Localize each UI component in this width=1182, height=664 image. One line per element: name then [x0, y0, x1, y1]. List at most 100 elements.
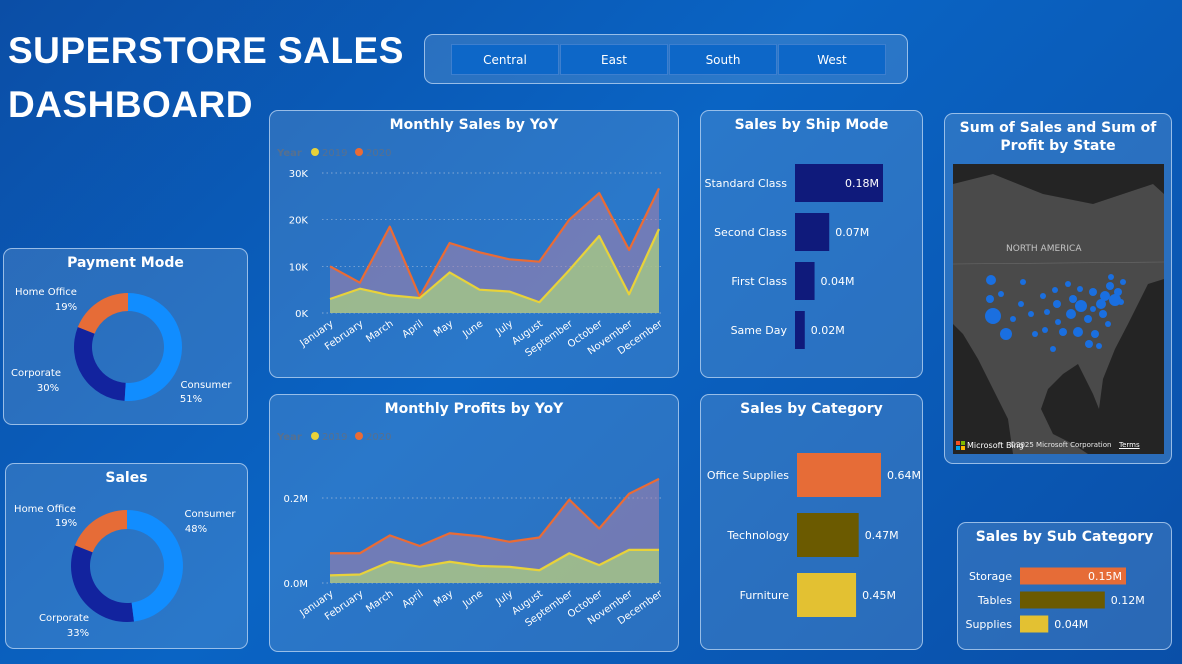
sub-category-category-label: Tables [977, 594, 1012, 607]
map-state-bubble [1114, 288, 1122, 296]
map-state-bubble [1020, 279, 1026, 285]
region-button-south[interactable]: South [669, 44, 777, 75]
map-terms-link[interactable]: Terms [1119, 441, 1140, 449]
monthly-profits-chart-panel[interactable]: Monthly Profits by YoY Year 2019 2020 0.… [269, 394, 679, 652]
payment-home-office-label: Home Office [15, 287, 77, 298]
map-state-bubble [1106, 282, 1114, 290]
monthly-sales-area-chart: Year 2019 2020 0K10K20K30KJanuaryFebruar… [276, 148, 665, 359]
map-state-bubble [1032, 331, 1038, 337]
msales-legend-2020-marker [355, 148, 363, 156]
mprofit-legend-2019-marker [311, 432, 319, 440]
region-button-east[interactable]: East [560, 44, 668, 75]
category-value-label: 0.45M [862, 589, 896, 602]
sales-home-office-label: Home Office [14, 504, 76, 515]
ship-mode-bar-chart: Standard Class 0.18M Second Class 0.07M Firs… [705, 164, 883, 349]
map-state-bubble [986, 295, 994, 303]
msales-ytick-label: 0K [295, 309, 308, 320]
payment-mode-donut: Home Office 19% Corporate 30% Consumer 5… [11, 287, 233, 405]
sales-corporate-pct: 33% [67, 628, 89, 639]
sales-segment-slice-home-office [74, 510, 127, 553]
sales-home-office-pct: 19% [55, 518, 77, 529]
payment-home-office-pct: 19% [55, 302, 77, 313]
sales-corporate-label: Corporate [39, 613, 89, 624]
region-slicer: Central East South West [424, 34, 908, 84]
msales-ytick-label: 20K [289, 216, 309, 227]
map-state-bubble [1118, 299, 1124, 305]
sales-segment-slice-corporate [70, 545, 135, 622]
map-state-bubble [1077, 286, 1083, 292]
sub-category-category-label: Supplies [965, 618, 1012, 631]
map-state-bubble [1069, 295, 1077, 303]
map-state-bubble [1055, 319, 1061, 325]
sub-category-panel[interactable]: Sales by Sub Category Storage 0.15M Tables… [957, 522, 1172, 650]
state-map[interactable]: NORTH AMERICA Microsoft Bing ©2025 Micro… [953, 164, 1164, 454]
category-bar-technology [797, 513, 859, 557]
payment-mode-slice-home-office [77, 293, 128, 334]
map-state-bubble [1059, 328, 1067, 336]
map-state-bubble [1099, 310, 1107, 318]
map-state-bubble [1052, 287, 1058, 293]
map-canvas[interactable] [953, 164, 1164, 454]
msales-xtick-label: April [400, 318, 425, 340]
monthly-profits-area-chart: Year 2019 2020 0.0M0.2MJanuaryFebruaryMa… [276, 432, 665, 629]
category-bar-chart: Office Supplies 0.64M Technology 0.47M Furni… [707, 453, 921, 617]
ship-mode-panel[interactable]: Sales by Ship Mode Standard Class 0.18M Se… [700, 110, 923, 378]
map-state-bubble [1028, 311, 1034, 317]
map-state-bubble [1096, 343, 1102, 349]
region-button-west[interactable]: West [778, 44, 886, 75]
map-copyright: ©2025 Microsoft Corporation [1009, 441, 1112, 449]
map-title-line-1: Sum of Sales and Sum of [959, 120, 1157, 136]
ship-mode-value-label: 0.07M [835, 226, 869, 239]
map-state-bubble [1073, 327, 1083, 337]
msales-legend-2019-marker [311, 148, 319, 156]
ship-mode-category-label: Same Day [731, 324, 788, 337]
map-state-bubble [1018, 301, 1024, 307]
mprofit-xtick-label: March [364, 588, 395, 614]
map-state-bubble [1065, 281, 1071, 287]
category-panel[interactable]: Sales by Category Office Supplies 0.64M Te… [700, 394, 923, 650]
payment-consumer-pct: 51% [180, 394, 202, 405]
category-bar-office-supplies [797, 453, 881, 497]
map-land-north-america [953, 174, 1164, 454]
region-button-central[interactable]: Central [451, 44, 559, 75]
msales-xtick-label: March [364, 318, 395, 344]
msales-xtick-label: June [460, 318, 485, 340]
map-state-bubble [1105, 321, 1111, 327]
msales-legend-title: Year [276, 148, 302, 159]
sub-category-category-label: Storage [969, 570, 1012, 583]
payment-mode-slice-corporate [73, 327, 126, 401]
sales-segment-panel[interactable]: Sales Home Office 19% Corporate 33% Cons… [5, 463, 248, 649]
map-region-label: NORTH AMERICA [1006, 244, 1082, 254]
mprofit-legend-2019: 2019 [322, 432, 347, 443]
map-state-bubble [1091, 330, 1099, 338]
ship-mode-bar-second-class [795, 213, 830, 251]
msales-xtick-label: May [432, 318, 455, 339]
ship-mode-value-label: 0.04M [821, 275, 855, 288]
msales-ytick-label: 30K [289, 169, 309, 180]
mprofit-legend-2020: 2020 [366, 432, 391, 443]
payment-consumer-label: Consumer [181, 380, 233, 391]
map-state-bubble [1084, 315, 1092, 323]
ship-mode-value-label: 0.18M [845, 177, 879, 190]
state-map-panel[interactable]: Sum of Sales and Sum of Profit by State … [944, 113, 1172, 464]
map-state-bubble [1120, 279, 1126, 285]
sales-segment-donut: Home Office 19% Corporate 33% Consumer 4… [14, 504, 237, 639]
map-state-bubble [1066, 309, 1076, 319]
map-state-bubble [1090, 306, 1096, 312]
sales-consumer-label: Consumer [185, 509, 237, 520]
monthly-sales-chart-panel[interactable]: Monthly Sales by YoY Year 2019 2020 0K 10… [269, 110, 679, 378]
map-state-bubble [1053, 300, 1061, 308]
msales-xtick-label: July [493, 318, 515, 338]
map-state-bubble [998, 291, 1004, 297]
map-state-bubble [1010, 316, 1016, 322]
payment-corporate-pct: 30% [37, 383, 59, 394]
mprofit-ytick-label: 0.0M [283, 579, 308, 590]
map-title-line-2: Profit by State [1000, 138, 1116, 154]
payment-mode-panel[interactable]: Payment Mode Home Office 19% Corporate 3… [3, 248, 248, 425]
mprofit-legend-title: Year [276, 432, 302, 443]
msales-legend-2019: 2019 [322, 148, 347, 159]
ship-mode-category-label: First Class [731, 275, 787, 288]
sub-category-bar-chart: Storage 0.15M Tables 0.12M Supplies 0.04M [965, 567, 1145, 633]
category-category-label: Office Supplies [707, 469, 789, 482]
map-state-bubble [986, 275, 996, 285]
